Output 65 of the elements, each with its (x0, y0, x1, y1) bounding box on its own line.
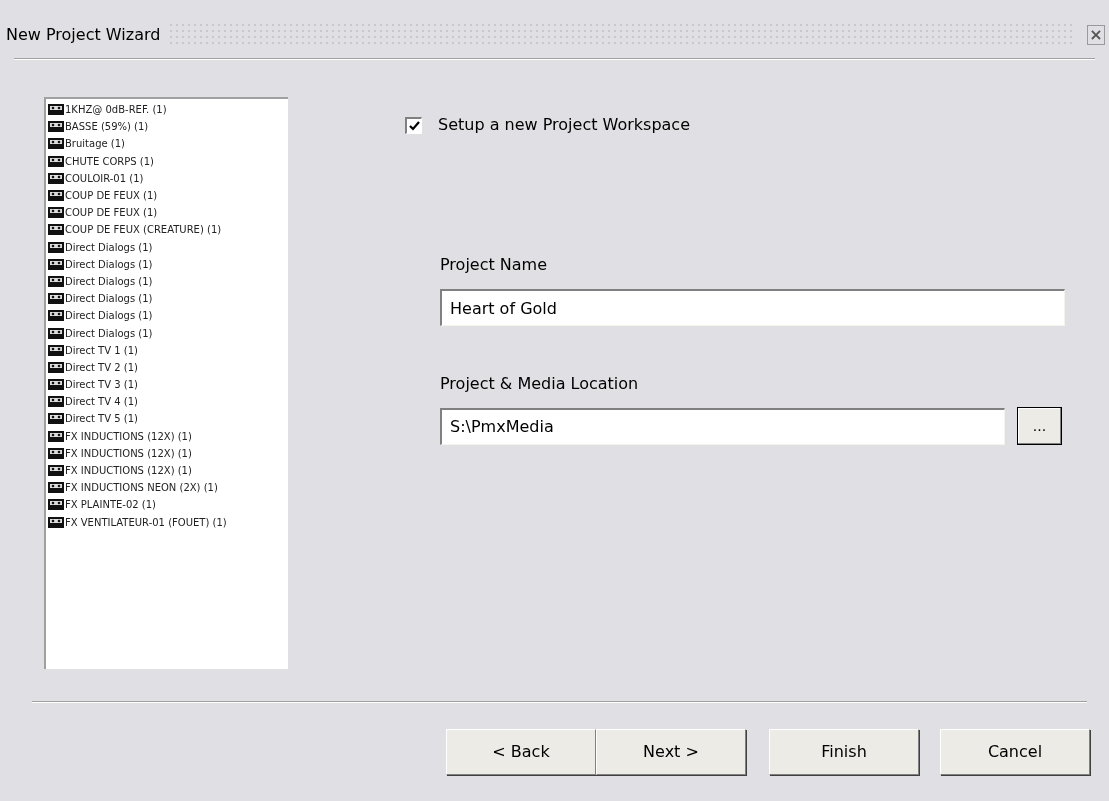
list-item[interactable]: Direct Dialogs (1) (46, 324, 288, 342)
cassette-icon (48, 498, 64, 512)
file-list[interactable] (44, 97, 288, 669)
checkbox[interactable] (405, 116, 422, 134)
cassette-icon (48, 309, 64, 323)
cassette-icon (48, 481, 64, 495)
cassette-icon (48, 292, 64, 306)
list-item[interactable]: FX INDUCTIONS (12X) (1) (46, 461, 288, 480)
list-item[interactable]: Direct Dialogs (1) (46, 255, 288, 273)
list-item[interactable]: COULOIR-01 (1) (46, 169, 288, 187)
cassette-icon (48, 189, 64, 203)
cassette-icon (48, 515, 64, 529)
wizard-button[interactable]: < Back (446, 729, 596, 775)
cassette-icon (48, 223, 64, 237)
cassette-icon (48, 257, 64, 271)
checkbox-label: Setup a new Project Workspace (438, 114, 690, 136)
cassette-icon (48, 274, 64, 288)
cassette-icon (48, 120, 64, 134)
wizard-button[interactable]: Next > (596, 729, 746, 775)
cassette-icon (48, 103, 64, 117)
cassette-icon (48, 326, 64, 340)
list-item[interactable]: Direct TV 5 (1) (46, 410, 288, 428)
wizard-button[interactable]: Cancel (940, 729, 1090, 775)
list-item[interactable]: FX INDUCTIONS (12X) (1) (46, 427, 288, 445)
project-name-field[interactable]: Heart of Gold (440, 289, 1065, 326)
list-item[interactable]: 1KHZ@ 0dB-REF. (1) (46, 101, 288, 119)
list-item[interactable]: FX PLAINTE-02 (1) (46, 496, 288, 514)
list-item[interactable]: CHUTE CORPS (1) (46, 152, 288, 170)
list-item[interactable]: FX INDUCTIONS (12X) (1) (46, 444, 288, 462)
list-item[interactable]: Direct Dialogs (1) (46, 272, 288, 291)
cassette-icon (48, 412, 64, 426)
browse-button[interactable]: ... (1017, 407, 1062, 445)
list-item[interactable]: BASSE (59%) (1) (46, 118, 288, 136)
cassette-icon (48, 360, 64, 374)
list-item[interactable]: Direct TV 3 (1) (46, 376, 288, 394)
window-title: New Project Wizard (6, 24, 162, 46)
field-label: Project Name (440, 254, 549, 276)
cassette-icon (48, 171, 64, 185)
check-icon (408, 120, 420, 131)
list-item[interactable]: COUP DE FEUX (1) (46, 204, 288, 222)
cassette-icon (48, 137, 64, 151)
list-item[interactable]: Direct Dialogs (1) (46, 238, 288, 256)
close-button[interactable]: × (1087, 25, 1105, 45)
list-item[interactable]: COUP DE FEUX (1) (46, 186, 288, 205)
cassette-icon (48, 154, 64, 168)
cassette-icon (48, 378, 64, 392)
cassette-icon (48, 343, 64, 357)
list-item[interactable]: FX VENTILATEUR-01 (FOUET) (1) (46, 513, 288, 531)
list-item[interactable]: Direct TV 4 (1) (46, 393, 288, 411)
list-item[interactable]: Bruitage (1) (46, 135, 288, 153)
cassette-icon (48, 446, 64, 460)
field-label: Project & Media Location (440, 373, 640, 395)
cassette-icon (48, 429, 64, 443)
location-field[interactable]: S:\PmxMedia (440, 407, 1005, 445)
list-item[interactable]: Direct TV 1 (1) (46, 341, 288, 359)
cassette-icon (48, 206, 64, 220)
cassette-icon (48, 240, 64, 254)
list-item[interactable]: Direct TV 2 (1) (46, 358, 288, 376)
list-item[interactable]: Direct Dialogs (1) (46, 290, 288, 308)
cassette-icon (48, 395, 64, 409)
list-item[interactable]: FX INDUCTIONS NEON (2X) (1) (46, 479, 288, 497)
list-item[interactable]: COUP DE FEUX (CREATURE) (1) (46, 221, 288, 239)
cassette-icon (48, 464, 64, 478)
list-item[interactable]: Direct Dialogs (1) (46, 307, 288, 325)
wizard-button[interactable]: Finish (769, 729, 919, 775)
